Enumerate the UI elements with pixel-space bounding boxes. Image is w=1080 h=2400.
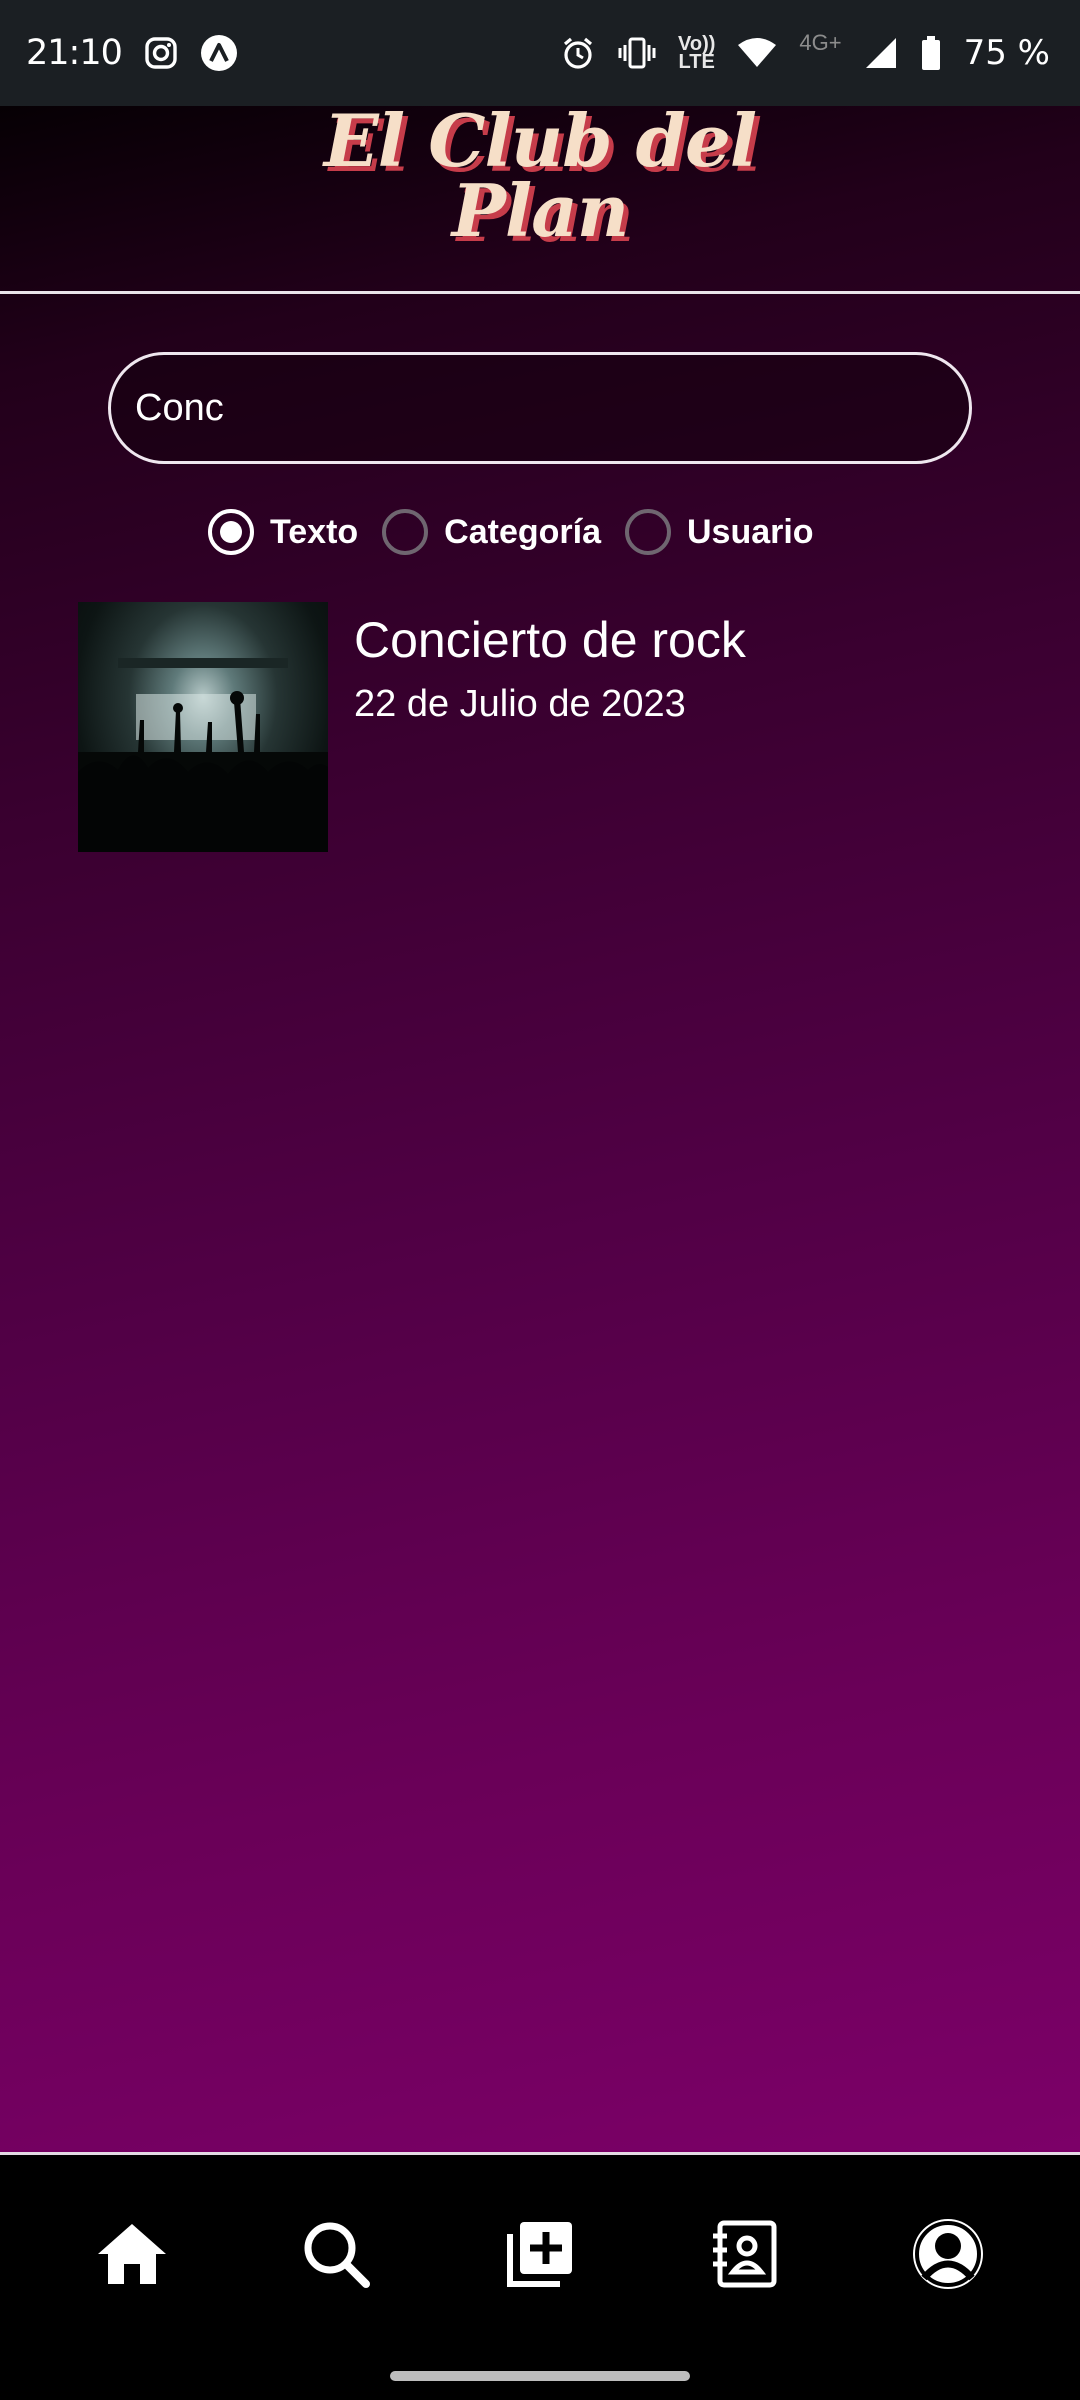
app-logo: El Club del Plan	[0, 98, 1080, 253]
nav-contacts[interactable]	[699, 2209, 789, 2299]
profile-icon	[913, 2219, 983, 2289]
network-type: 4G+	[799, 30, 842, 55]
volte-icon: Vo)) LTE	[678, 33, 716, 73]
status-time: 21:10	[26, 33, 123, 73]
filter-label: Usuario	[686, 512, 814, 551]
nav-profile[interactable]	[903, 2209, 993, 2299]
radio-unchecked-icon[interactable]	[382, 509, 429, 555]
search-filter-group: Texto Categoría Usuario	[208, 502, 838, 562]
search-input[interactable]	[108, 352, 972, 464]
search-result-item[interactable]: Concierto de rock 22 de Julio de 2023	[78, 602, 1002, 854]
filter-categoria[interactable]: Categoría	[382, 509, 601, 555]
app-notification-icon	[200, 34, 238, 72]
nav-home[interactable]	[87, 2209, 177, 2299]
wifi-icon	[737, 37, 777, 69]
home-icon	[98, 2224, 166, 2284]
radio-unchecked-icon[interactable]	[624, 509, 671, 555]
bottom-navigation	[0, 2152, 1080, 2400]
result-title: Concierto de rock	[354, 612, 746, 668]
app-header: El Club del Plan	[0, 98, 1080, 294]
home-indicator[interactable]	[390, 2371, 690, 2381]
filter-label: Categoría	[444, 512, 601, 551]
instagram-icon	[144, 36, 178, 70]
filter-texto[interactable]: Texto	[208, 509, 358, 555]
signal-icon	[864, 36, 898, 70]
logo-line-2: Plan	[451, 168, 630, 253]
concert-thumbnail	[78, 602, 328, 852]
filter-label: Texto	[270, 512, 359, 551]
filter-usuario[interactable]: Usuario	[624, 509, 814, 555]
app-screen: El Club del Plan Texto Categoría Usuario	[0, 98, 1080, 2153]
vibrate-icon	[618, 36, 656, 70]
radio-checked-icon[interactable]	[208, 509, 254, 555]
battery-percentage: 75 %	[963, 33, 1050, 73]
add-plan-icon	[507, 2222, 572, 2287]
logo-line-1: El Club del	[323, 98, 757, 183]
status-bar: 21:10 Vo)) LTE 4G+ 75 %	[0, 0, 1080, 106]
search-icon	[304, 2222, 370, 2288]
alarm-icon	[560, 35, 596, 71]
contacts-icon	[713, 2220, 777, 2288]
battery-icon	[920, 35, 942, 71]
nav-search[interactable]	[291, 2209, 381, 2299]
result-date: 22 de Julio de 2023	[354, 683, 686, 725]
nav-add-plan[interactable]	[495, 2209, 585, 2299]
result-text: Concierto de rock 22 de Julio de 2023	[354, 602, 746, 854]
